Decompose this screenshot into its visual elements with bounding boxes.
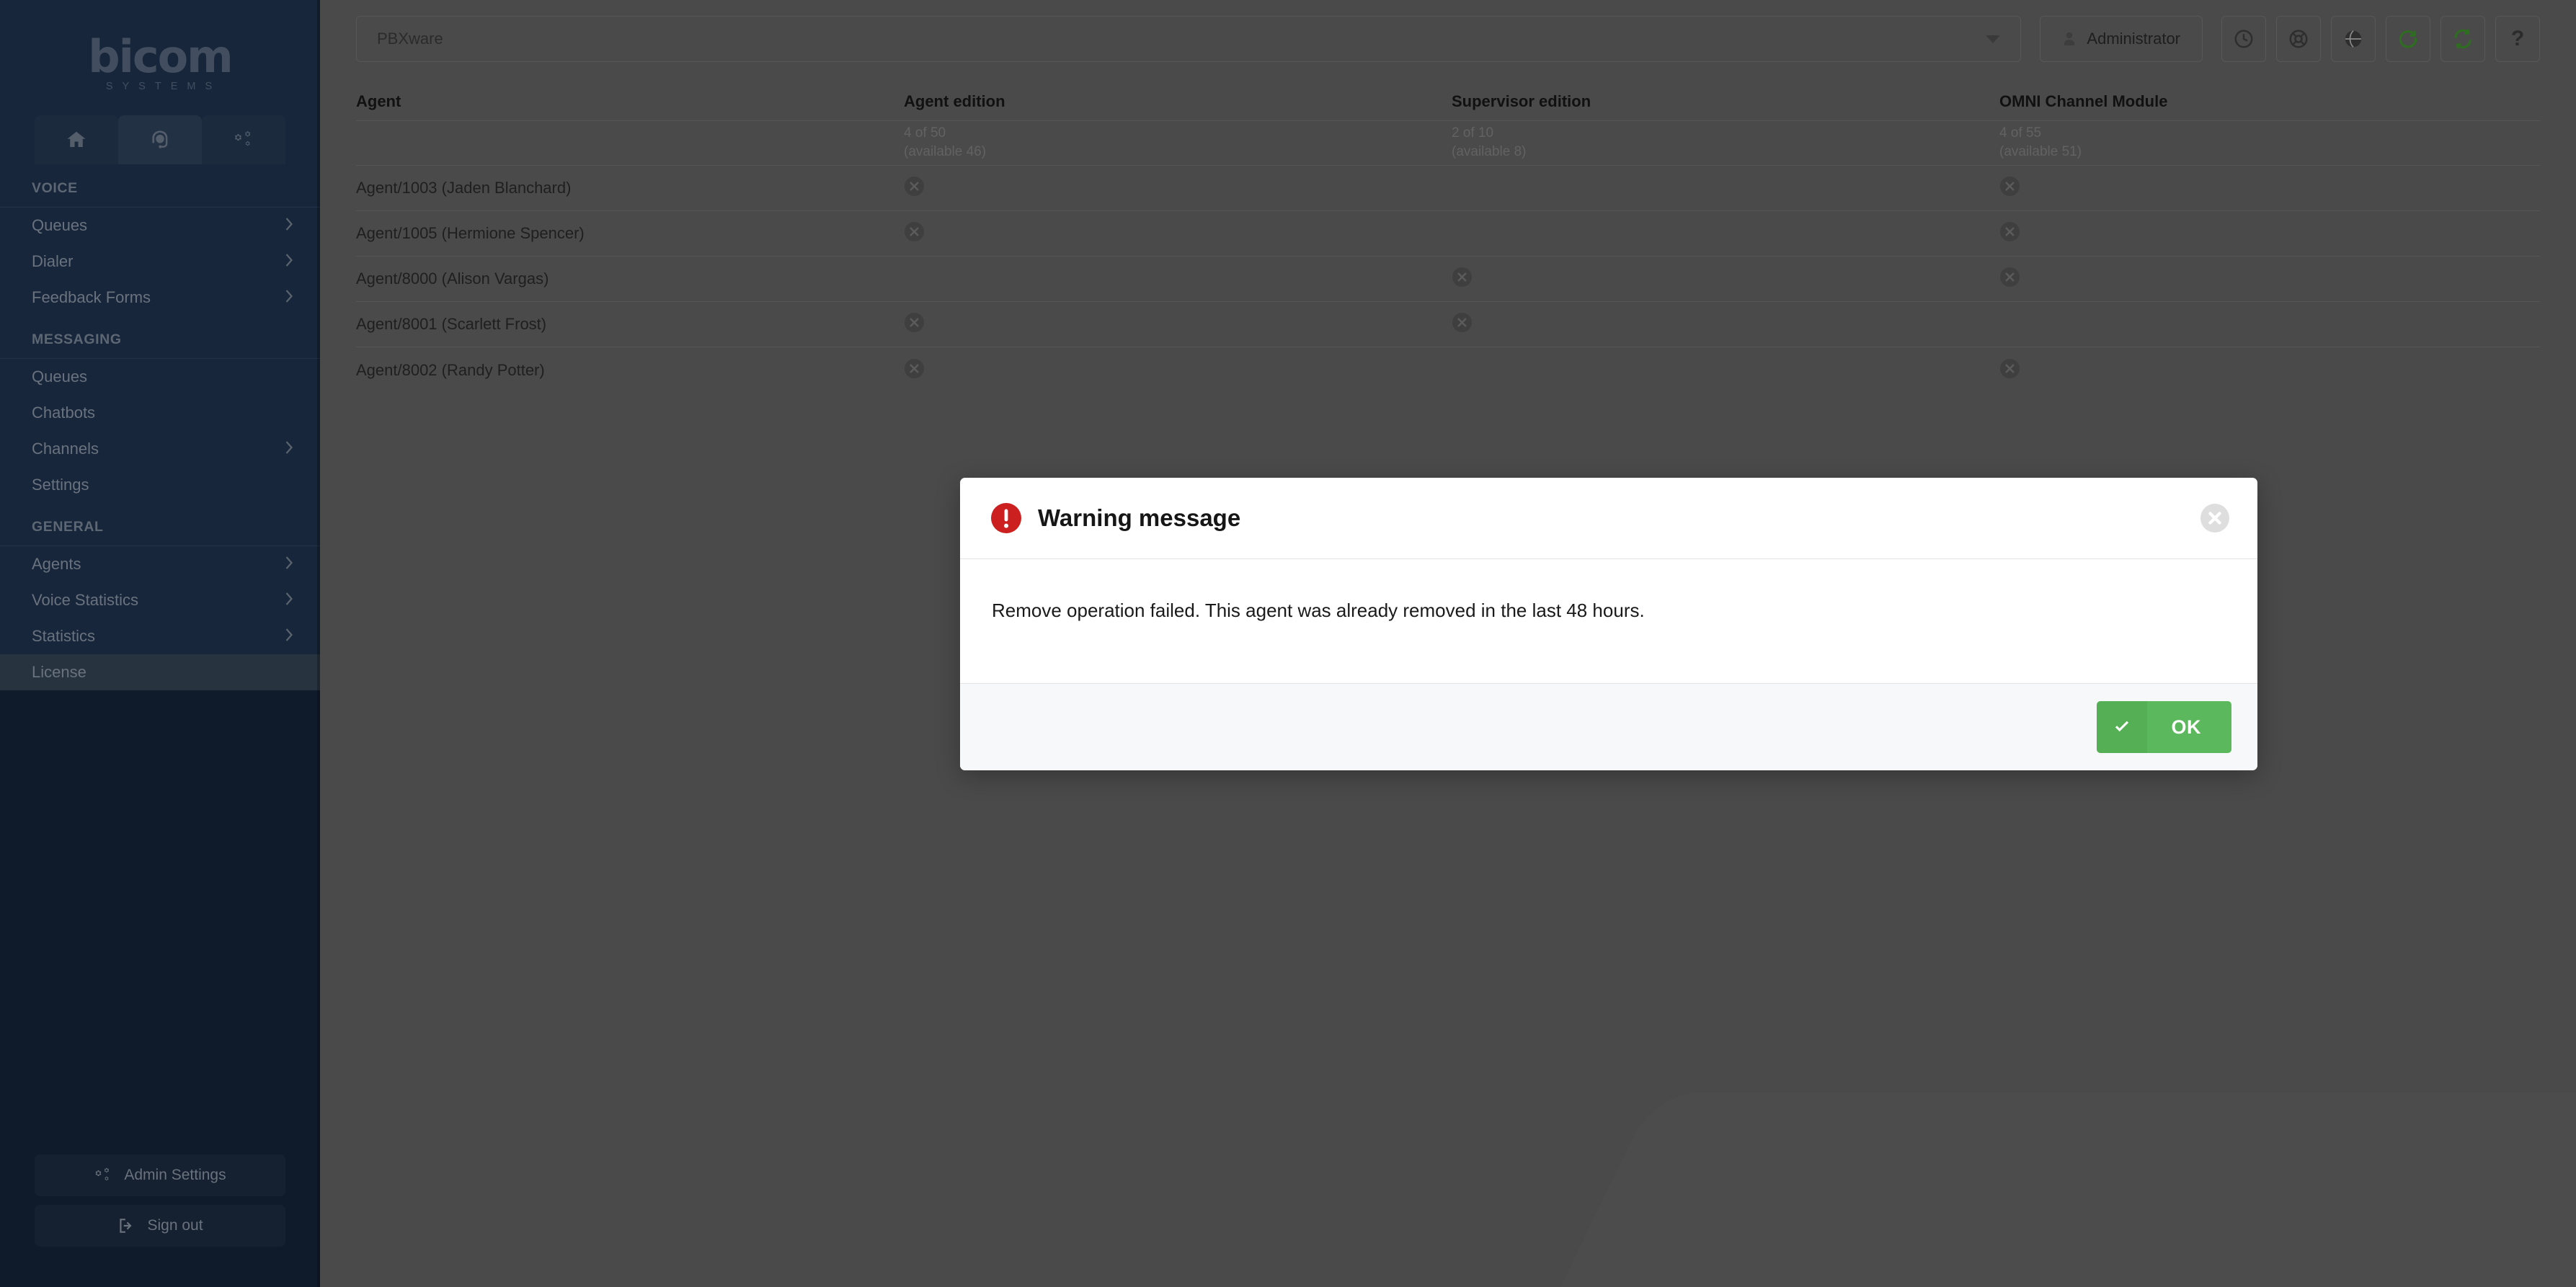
tab-home[interactable]: [35, 115, 118, 164]
sidebar-item-label: Queues: [32, 368, 88, 386]
sidebar-item-license[interactable]: License: [0, 654, 320, 690]
sidebar-item-label: Queues: [32, 216, 88, 234]
sidebar-item-label: Settings: [32, 476, 89, 494]
sidebar-item-label: License: [32, 663, 86, 681]
app-root: bicom SYSTEMS VOICE Queues Dialer Feedba…: [0, 0, 2576, 1287]
sidebar-footer: Admin Settings Sign out: [0, 1154, 320, 1287]
check-icon: [2096, 701, 2147, 753]
chevron-right-icon: [285, 252, 294, 271]
sidebar-item-agents[interactable]: Agents: [0, 546, 320, 582]
sidebar-item-label: Dialer: [32, 252, 74, 270]
sidebar-item-label: Statistics: [32, 627, 96, 645]
tab-settings[interactable]: [202, 115, 285, 164]
nav-group-general-title: GENERAL: [0, 503, 320, 546]
sidebar-item-messaging-channels[interactable]: Channels: [0, 431, 320, 467]
sidebar-nav: VOICE Queues Dialer Feedback Forms MESSA…: [0, 164, 320, 690]
ok-button-label: OK: [2146, 701, 2231, 753]
sign-out-icon: [120, 1219, 133, 1233]
sidebar-item-label: Channels: [32, 440, 99, 458]
sidebar-item-voice-statistics[interactable]: Voice Statistics: [0, 582, 320, 618]
chevron-right-icon: [285, 555, 294, 574]
logo-subtitle: SYSTEMS: [105, 81, 222, 93]
error-circle-icon: [991, 503, 1021, 533]
main-content: PBXware Administrator ? Agent Agent edit…: [320, 0, 2576, 1287]
sidebar-tab-row: [35, 115, 285, 164]
home-icon: [67, 131, 86, 147]
chevron-right-icon: [285, 591, 294, 610]
warning-modal: Warning message Remove operation failed.…: [960, 478, 2257, 770]
sidebar-spacer: [0, 690, 320, 1154]
sign-out-label: Sign out: [147, 1217, 203, 1234]
chevron-right-icon: [285, 216, 294, 235]
brand-logo: bicom SYSTEMS: [0, 0, 320, 115]
admin-settings-label: Admin Settings: [124, 1167, 226, 1183]
headset-icon: [152, 130, 168, 148]
gears-icon: [95, 1167, 110, 1181]
modal-message: Remove operation failed. This agent was …: [992, 600, 1645, 621]
close-icon[interactable]: [2200, 503, 2230, 533]
sidebar-item-messaging-settings[interactable]: Settings: [0, 467, 320, 503]
chevron-right-icon: [285, 627, 294, 646]
sidebar-item-messaging-chatbots[interactable]: Chatbots: [0, 395, 320, 431]
modal-title: Warning message: [1038, 504, 1241, 531]
admin-settings-button[interactable]: Admin Settings: [35, 1154, 285, 1196]
chevron-right-icon: [285, 288, 294, 307]
sidebar-item-statistics[interactable]: Statistics: [0, 618, 320, 654]
tab-contact-center[interactable]: [118, 115, 202, 164]
modal-header: Warning message: [960, 478, 2257, 559]
gears-icon: [235, 131, 251, 146]
sidebar-item-voice-feedback-forms[interactable]: Feedback Forms: [0, 280, 320, 316]
modal-body: Remove operation failed. This agent was …: [960, 559, 2257, 683]
sidebar-item-label: Voice Statistics: [32, 591, 138, 609]
sidebar-item-label: Agents: [32, 555, 81, 573]
sign-out-button[interactable]: Sign out: [35, 1205, 285, 1247]
sidebar-item-label: Chatbots: [32, 404, 96, 422]
sidebar: bicom SYSTEMS VOICE Queues Dialer Feedba…: [0, 0, 320, 1287]
nav-group-voice-title: VOICE: [0, 164, 320, 208]
ok-button[interactable]: OK: [2096, 701, 2231, 753]
sidebar-item-label: Feedback Forms: [32, 288, 151, 306]
modal-footer: OK: [960, 683, 2257, 770]
sidebar-item-voice-dialer[interactable]: Dialer: [0, 244, 320, 280]
logo-wordmark: bicom: [88, 30, 234, 83]
chevron-right-icon: [285, 440, 294, 458]
sidebar-item-messaging-queues[interactable]: Queues: [0, 359, 320, 395]
sidebar-item-voice-queues[interactable]: Queues: [0, 208, 320, 244]
nav-group-messaging-title: MESSAGING: [0, 316, 320, 359]
